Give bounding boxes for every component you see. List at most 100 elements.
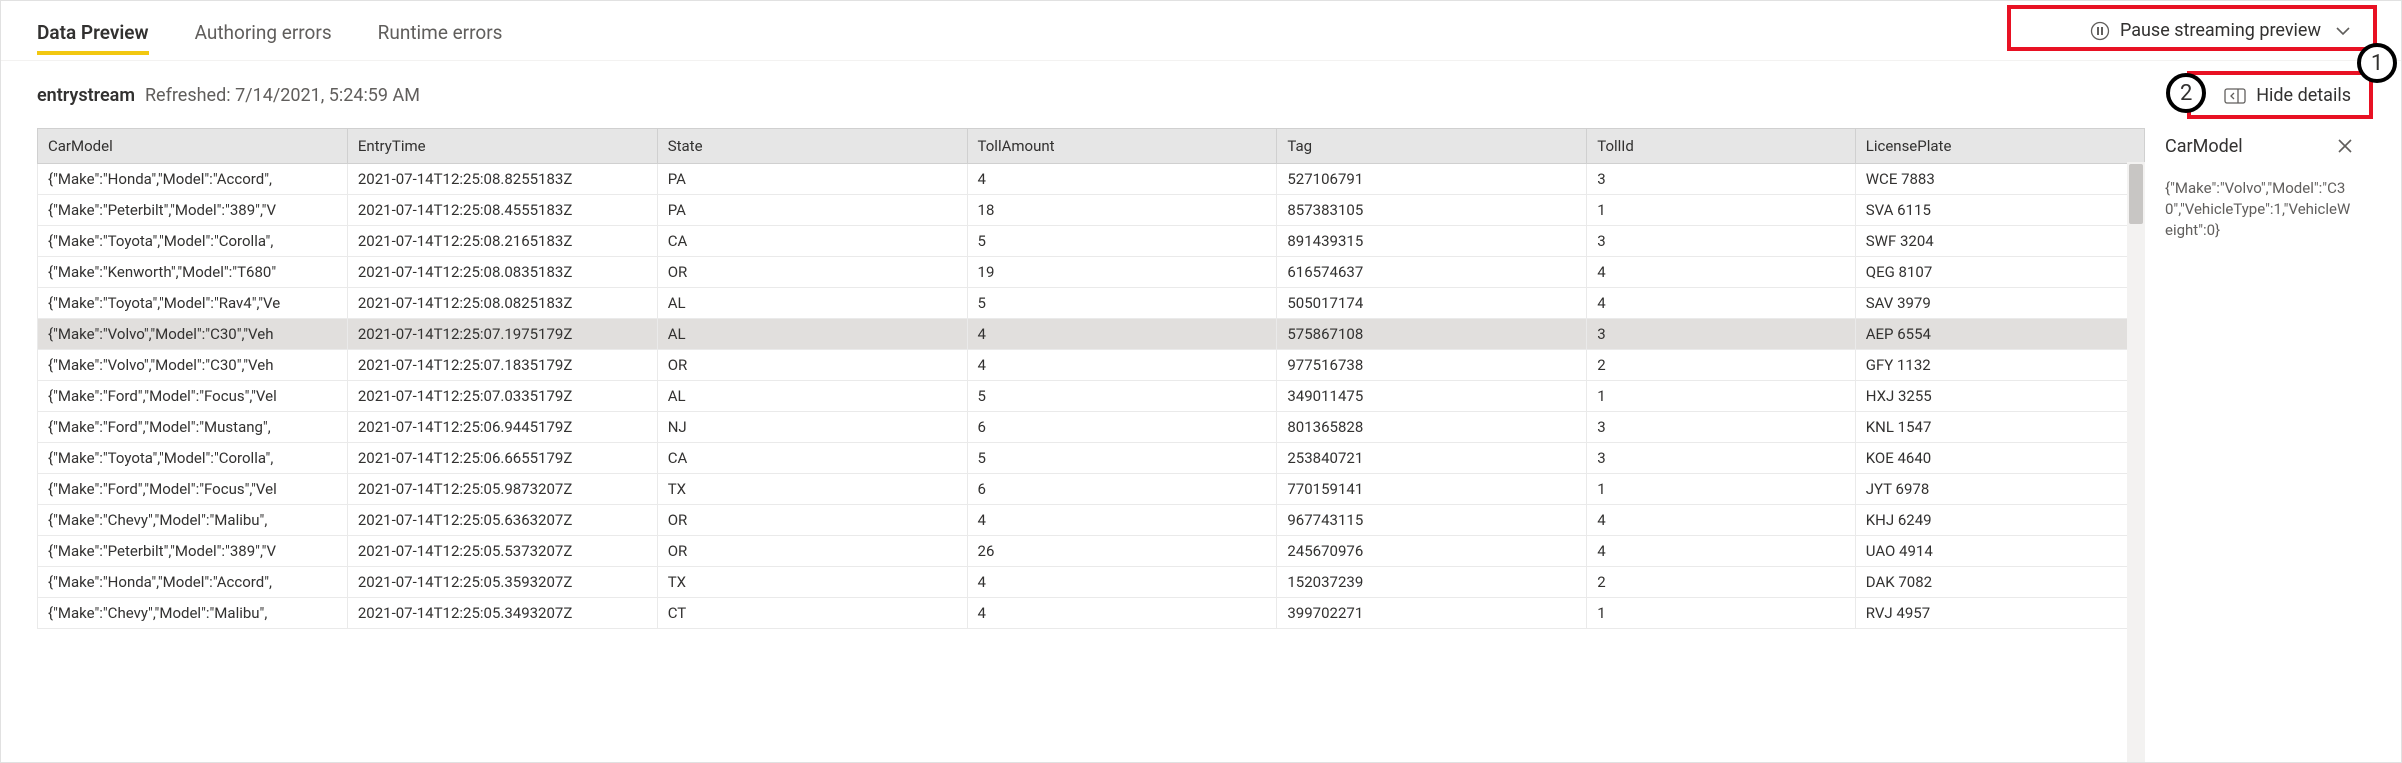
col-header-carmodel[interactable]: CarModel [38,129,348,164]
cell-plate[interactable]: HXJ 3255 [1855,381,2144,412]
vertical-scrollbar-track[interactable] [2127,162,2145,762]
close-details-button[interactable] [2333,134,2357,158]
cell-tollamount[interactable]: 4 [967,319,1277,350]
cell-entrytime[interactable]: 2021-07-14T12:25:06.9445179Z [347,412,657,443]
cell-tag[interactable]: 399702271 [1277,598,1587,629]
cell-tollid[interactable]: 3 [1587,319,1856,350]
hide-details-button[interactable]: Hide details [2210,79,2365,112]
cell-entrytime[interactable]: 2021-07-14T12:25:05.3593207Z [347,567,657,598]
cell-state[interactable]: TX [657,474,967,505]
cell-state[interactable]: PA [657,195,967,226]
cell-tollamount[interactable]: 4 [967,598,1277,629]
cell-tag[interactable]: 245670976 [1277,536,1587,567]
cell-carmodel[interactable]: {"Make":"Peterbilt","Model":"389","V [38,195,348,226]
col-header-licenseplate[interactable]: LicensePlate [1855,129,2144,164]
cell-entrytime[interactable]: 2021-07-14T12:25:08.0825183Z [347,288,657,319]
cell-tollamount[interactable]: 19 [967,257,1277,288]
table-row[interactable]: {"Make":"Toyota","Model":"Rav4","Ve2021-… [38,288,2145,319]
tab-runtime-errors[interactable]: Runtime errors [378,7,503,54]
tab-authoring-errors[interactable]: Authoring errors [195,7,332,54]
cell-state[interactable]: CT [657,598,967,629]
table-row[interactable]: {"Make":"Peterbilt","Model":"389","V2021… [38,536,2145,567]
table-row[interactable]: {"Make":"Kenworth","Model":"T680"2021-07… [38,257,2145,288]
cell-carmodel[interactable]: {"Make":"Ford","Model":"Focus","Vel [38,381,348,412]
cell-tollamount[interactable]: 5 [967,226,1277,257]
cell-plate[interactable]: KOE 4640 [1855,443,2144,474]
cell-state[interactable]: NJ [657,412,967,443]
cell-plate[interactable]: KNL 1547 [1855,412,2144,443]
cell-tag[interactable]: 253840721 [1277,443,1587,474]
cell-tollid[interactable]: 1 [1587,195,1856,226]
table-row[interactable]: {"Make":"Chevy","Model":"Malibu",2021-07… [38,505,2145,536]
cell-plate[interactable]: SVA 6115 [1855,195,2144,226]
cell-state[interactable]: AL [657,381,967,412]
cell-tag[interactable]: 977516738 [1277,350,1587,381]
cell-tollid[interactable]: 3 [1587,226,1856,257]
cell-tag[interactable]: 770159141 [1277,474,1587,505]
cell-state[interactable]: CA [657,226,967,257]
cell-entrytime[interactable]: 2021-07-14T12:25:07.1975179Z [347,319,657,350]
vertical-scrollbar-thumb[interactable] [2129,164,2143,224]
table-row[interactable]: {"Make":"Honda","Model":"Accord",2021-07… [38,567,2145,598]
cell-tollamount[interactable]: 4 [967,350,1277,381]
cell-tag[interactable]: 152037239 [1277,567,1587,598]
cell-carmodel[interactable]: {"Make":"Volvo","Model":"C30","Veh [38,350,348,381]
cell-entrytime[interactable]: 2021-07-14T12:25:08.8255183Z [347,164,657,195]
table-row[interactable]: {"Make":"Chevy","Model":"Malibu",2021-07… [38,598,2145,629]
cell-tag[interactable]: 575867108 [1277,319,1587,350]
cell-plate[interactable]: SAV 3979 [1855,288,2144,319]
cell-tollamount[interactable]: 4 [967,164,1277,195]
cell-carmodel[interactable]: {"Make":"Chevy","Model":"Malibu", [38,505,348,536]
table-row[interactable]: {"Make":"Honda","Model":"Accord",2021-07… [38,164,2145,195]
cell-entrytime[interactable]: 2021-07-14T12:25:07.0335179Z [347,381,657,412]
table-row[interactable]: {"Make":"Volvo","Model":"C30","Veh2021-0… [38,319,2145,350]
cell-tollamount[interactable]: 18 [967,195,1277,226]
cell-plate[interactable]: RVJ 4957 [1855,598,2144,629]
cell-entrytime[interactable]: 2021-07-14T12:25:08.4555183Z [347,195,657,226]
cell-entrytime[interactable]: 2021-07-14T12:25:05.9873207Z [347,474,657,505]
table-row[interactable]: {"Make":"Ford","Model":"Mustang",2021-07… [38,412,2145,443]
cell-entrytime[interactable]: 2021-07-14T12:25:05.5373207Z [347,536,657,567]
cell-plate[interactable]: AEP 6554 [1855,319,2144,350]
cell-tag[interactable]: 891439315 [1277,226,1587,257]
pause-streaming-button[interactable]: Pause streaming preview [2076,14,2365,47]
table-row[interactable]: {"Make":"Toyota","Model":"Corolla",2021-… [38,443,2145,474]
cell-tollamount[interactable]: 4 [967,505,1277,536]
cell-plate[interactable]: SWF 3204 [1855,226,2144,257]
cell-tollid[interactable]: 3 [1587,164,1856,195]
cell-tollamount[interactable]: 6 [967,412,1277,443]
cell-tollid[interactable]: 2 [1587,350,1856,381]
col-header-tollid[interactable]: TollId [1587,129,1856,164]
cell-plate[interactable]: KHJ 6249 [1855,505,2144,536]
table-row[interactable]: {"Make":"Peterbilt","Model":"389","V2021… [38,195,2145,226]
cell-tollid[interactable]: 4 [1587,257,1856,288]
table-row[interactable]: {"Make":"Toyota","Model":"Corolla",2021-… [38,226,2145,257]
cell-state[interactable]: AL [657,288,967,319]
cell-carmodel[interactable]: {"Make":"Peterbilt","Model":"389","V [38,536,348,567]
cell-tollid[interactable]: 2 [1587,567,1856,598]
cell-plate[interactable]: WCE 7883 [1855,164,2144,195]
cell-tollid[interactable]: 3 [1587,443,1856,474]
cell-entrytime[interactable]: 2021-07-14T12:25:06.6655179Z [347,443,657,474]
cell-tollid[interactable]: 4 [1587,288,1856,319]
cell-carmodel[interactable]: {"Make":"Toyota","Model":"Corolla", [38,443,348,474]
cell-tollamount[interactable]: 5 [967,443,1277,474]
cell-state[interactable]: AL [657,319,967,350]
cell-carmodel[interactable]: {"Make":"Toyota","Model":"Corolla", [38,226,348,257]
cell-tag[interactable]: 801365828 [1277,412,1587,443]
cell-tollamount[interactable]: 4 [967,567,1277,598]
cell-carmodel[interactable]: {"Make":"Chevy","Model":"Malibu", [38,598,348,629]
cell-state[interactable]: OR [657,350,967,381]
cell-entrytime[interactable]: 2021-07-14T12:25:05.6363207Z [347,505,657,536]
table-row[interactable]: {"Make":"Ford","Model":"Focus","Vel2021-… [38,381,2145,412]
cell-tag[interactable]: 527106791 [1277,164,1587,195]
table-row[interactable]: {"Make":"Ford","Model":"Focus","Vel2021-… [38,474,2145,505]
cell-tollid[interactable]: 1 [1587,474,1856,505]
col-header-entrytime[interactable]: EntryTime [347,129,657,164]
cell-state[interactable]: OR [657,257,967,288]
cell-tollid[interactable]: 1 [1587,598,1856,629]
cell-tag[interactable]: 616574637 [1277,257,1587,288]
cell-plate[interactable]: UAO 4914 [1855,536,2144,567]
cell-state[interactable]: OR [657,536,967,567]
cell-tag[interactable]: 967743115 [1277,505,1587,536]
